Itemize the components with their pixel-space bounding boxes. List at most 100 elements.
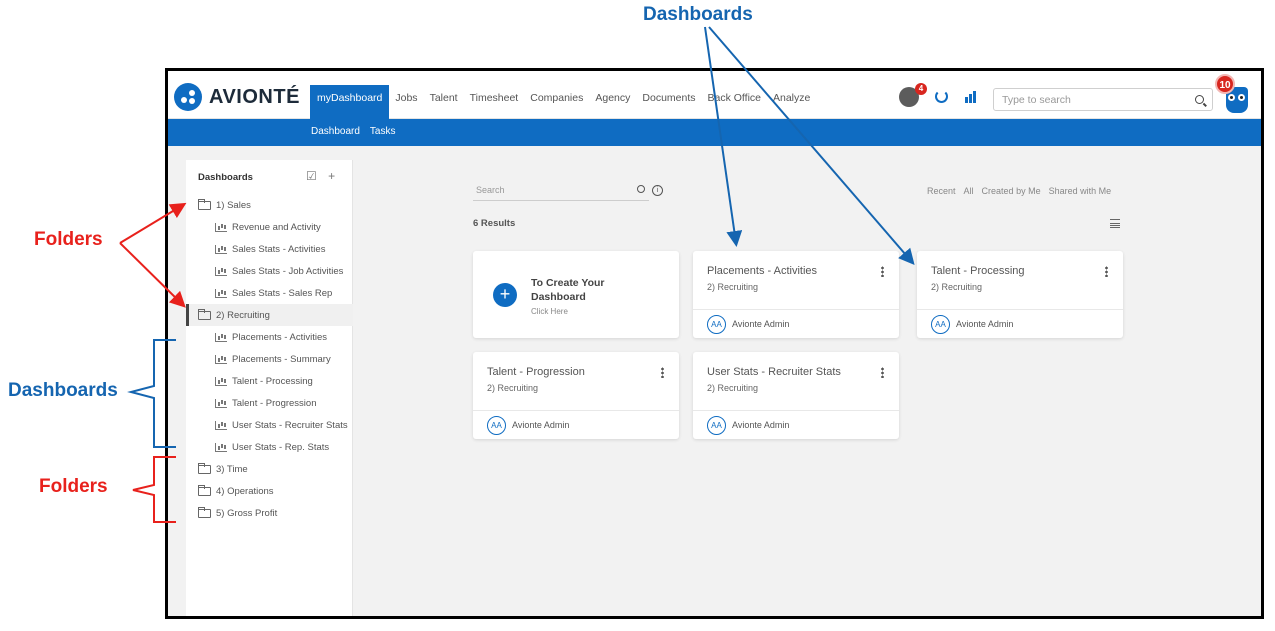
nav-analyze[interactable]: Analyze	[767, 85, 816, 119]
owner-avatar: AA	[707, 416, 726, 435]
info-icon[interactable]: i	[652, 185, 663, 196]
card-folder: 2) Recruiting	[487, 383, 539, 393]
owner-name: Avionte Admin	[732, 420, 790, 430]
owner-name: Avionte Admin	[732, 319, 790, 329]
sidebar-item-label: User Stats - Rep. Stats	[232, 441, 330, 453]
refresh-icon[interactable]	[935, 90, 948, 103]
dashboard-card[interactable]: Talent - Progression 2) Recruiting AA Avion…	[473, 352, 679, 439]
more-options-icon[interactable]	[661, 367, 664, 378]
sidebar-dashboard-item[interactable]: User Stats - Recruiter Stats	[186, 414, 353, 436]
dashboard-icon	[215, 222, 227, 232]
owner-avatar: AA	[707, 315, 726, 334]
annotation-folders-2: Folders	[39, 476, 108, 497]
filter-shared-with-me[interactable]: Shared with Me	[1049, 186, 1112, 196]
global-search-placeholder: Type to search	[1002, 94, 1071, 106]
nav-back-office[interactable]: Back Office	[702, 85, 768, 119]
dashboards-sidebar: Dashboards ☑ + 1) Sales Revenue and Activ…	[186, 160, 353, 616]
nav-timesheet[interactable]: Timesheet	[464, 85, 525, 119]
nav-documents[interactable]: Documents	[636, 85, 701, 119]
nav-jobs[interactable]: Jobs	[389, 85, 423, 119]
sidebar-item-label: 2) Recruiting	[216, 309, 270, 321]
avionte-logo[interactable]: AVIONTÉ	[174, 83, 300, 111]
sidebar-item-label: Placements - Activities	[232, 331, 328, 343]
nav-mydashboard[interactable]: myDashboard	[310, 85, 390, 119]
sidebar-dashboard-item[interactable]: Revenue and Activity	[186, 216, 353, 238]
plus-icon[interactable]: +	[493, 283, 517, 307]
card-title: Talent - Progression	[487, 366, 585, 378]
sidebar-folder[interactable]: 2) Recruiting	[186, 304, 353, 326]
subnav-tasks[interactable]: Tasks	[370, 126, 396, 137]
card-title: Talent - Processing	[931, 265, 1025, 277]
more-options-icon[interactable]	[881, 266, 884, 277]
sidebar-dashboard-item[interactable]: Talent - Processing	[186, 370, 353, 392]
filter-recent[interactable]: Recent	[927, 186, 956, 196]
notification-badge: 4	[915, 83, 927, 95]
sidebar-folder[interactable]: 4) Operations	[186, 480, 353, 502]
owner-avatar: AA	[931, 315, 950, 334]
app-window: AVIONTÉ myDashboard Jobs Talent Timeshee…	[165, 68, 1264, 619]
main-nav: myDashboard Jobs Talent Timesheet Compan…	[310, 85, 816, 119]
dashboard-icon	[215, 332, 227, 342]
dashboard-icon	[215, 398, 227, 408]
nav-companies[interactable]: Companies	[524, 85, 589, 119]
card-title: User Stats - Recruiter Stats	[707, 366, 841, 378]
card-footer: AA Avionte Admin	[473, 410, 679, 439]
sidebar-item-label: Placements - Summary	[232, 353, 331, 365]
more-options-icon[interactable]	[881, 367, 884, 378]
sidebar-dashboard-item[interactable]: Sales Stats - Sales Rep	[186, 282, 353, 304]
dashboard-icon	[215, 288, 227, 298]
dashboard-icon	[215, 244, 227, 254]
sidebar-item-label: 4) Operations	[216, 485, 274, 497]
dashboard-icon	[215, 442, 227, 452]
create-dashboard-card[interactable]: + To Create Your Dashboard Click Here	[473, 251, 679, 338]
add-icon[interactable]: +	[328, 169, 335, 183]
sidebar-item-label: Sales Stats - Job Activities	[232, 265, 344, 277]
sidebar-folder[interactable]: 3) Time	[186, 458, 353, 480]
search-icon[interactable]	[1195, 95, 1204, 104]
select-checkbox-icon[interactable]: ☑	[306, 169, 317, 183]
sidebar-dashboard-item[interactable]: Talent - Progression	[186, 392, 353, 414]
sidebar-item-label: Sales Stats - Sales Rep	[232, 287, 333, 299]
sidebar-item-label: Talent - Progression	[232, 397, 317, 409]
sidebar-item-label: Sales Stats - Activities	[232, 243, 326, 255]
card-footer: AA Avionte Admin	[693, 309, 899, 338]
sidebar-item-label: Talent - Processing	[232, 375, 313, 387]
dashboard-card[interactable]: Placements - Activities 2) Recruiting AA Av…	[693, 251, 899, 338]
sidebar-dashboard-item[interactable]: User Stats - Rep. Stats	[186, 436, 353, 458]
filter-tabs: Recent All Created by Me Shared with Me	[927, 186, 1119, 196]
folder-icon	[198, 308, 211, 320]
sidebar-folder[interactable]: 5) Gross Profit	[186, 502, 353, 524]
search-icon[interactable]	[637, 185, 645, 193]
subnav-dashboard[interactable]: Dashboard	[311, 126, 360, 137]
folder-icon	[198, 506, 211, 518]
sidebar-dashboard-item[interactable]: Sales Stats - Activities	[186, 238, 353, 260]
card-folder: 2) Recruiting	[707, 282, 759, 292]
sidebar-dashboard-item[interactable]: Placements - Activities	[186, 326, 353, 348]
top-bar: AVIONTÉ myDashboard Jobs Talent Timeshee…	[168, 71, 1261, 119]
sidebar-item-label: 5) Gross Profit	[216, 507, 278, 519]
card-folder: 2) Recruiting	[931, 282, 983, 292]
owner-name: Avionte Admin	[512, 420, 570, 430]
dashboard-card[interactable]: Talent - Processing 2) Recruiting AA Aviont…	[917, 251, 1123, 338]
more-options-icon[interactable]	[1105, 266, 1108, 277]
folder-icon	[198, 484, 211, 496]
dashboard-card[interactable]: User Stats - Recruiter Stats 2) Recruitin…	[693, 352, 899, 439]
list-view-icon[interactable]	[1110, 219, 1120, 228]
sidebar-item-label: Revenue and Activity	[232, 221, 321, 233]
card-title: Placements - Activities	[707, 265, 818, 277]
dashboard-icon	[215, 376, 227, 386]
dashboard-search-input[interactable]: Search	[473, 181, 649, 201]
card-folder: 2) Recruiting	[707, 383, 759, 393]
filter-all[interactable]: All	[964, 186, 974, 196]
nav-talent[interactable]: Talent	[424, 85, 464, 119]
sidebar-item-label: 1) Sales	[216, 199, 251, 211]
sidebar-dashboard-item[interactable]: Placements - Summary	[186, 348, 353, 370]
global-search-input[interactable]: Type to search	[993, 88, 1213, 111]
nav-agency[interactable]: Agency	[589, 85, 636, 119]
sidebar-folder[interactable]: 1) Sales	[186, 194, 353, 216]
analytics-icon[interactable]	[965, 91, 978, 103]
filter-created-by-me[interactable]: Created by Me	[982, 186, 1041, 196]
sidebar-dashboard-item[interactable]: Sales Stats - Job Activities	[186, 260, 353, 282]
annotation-dashboards-left: Dashboards	[8, 380, 118, 401]
dashboard-icon	[215, 266, 227, 276]
